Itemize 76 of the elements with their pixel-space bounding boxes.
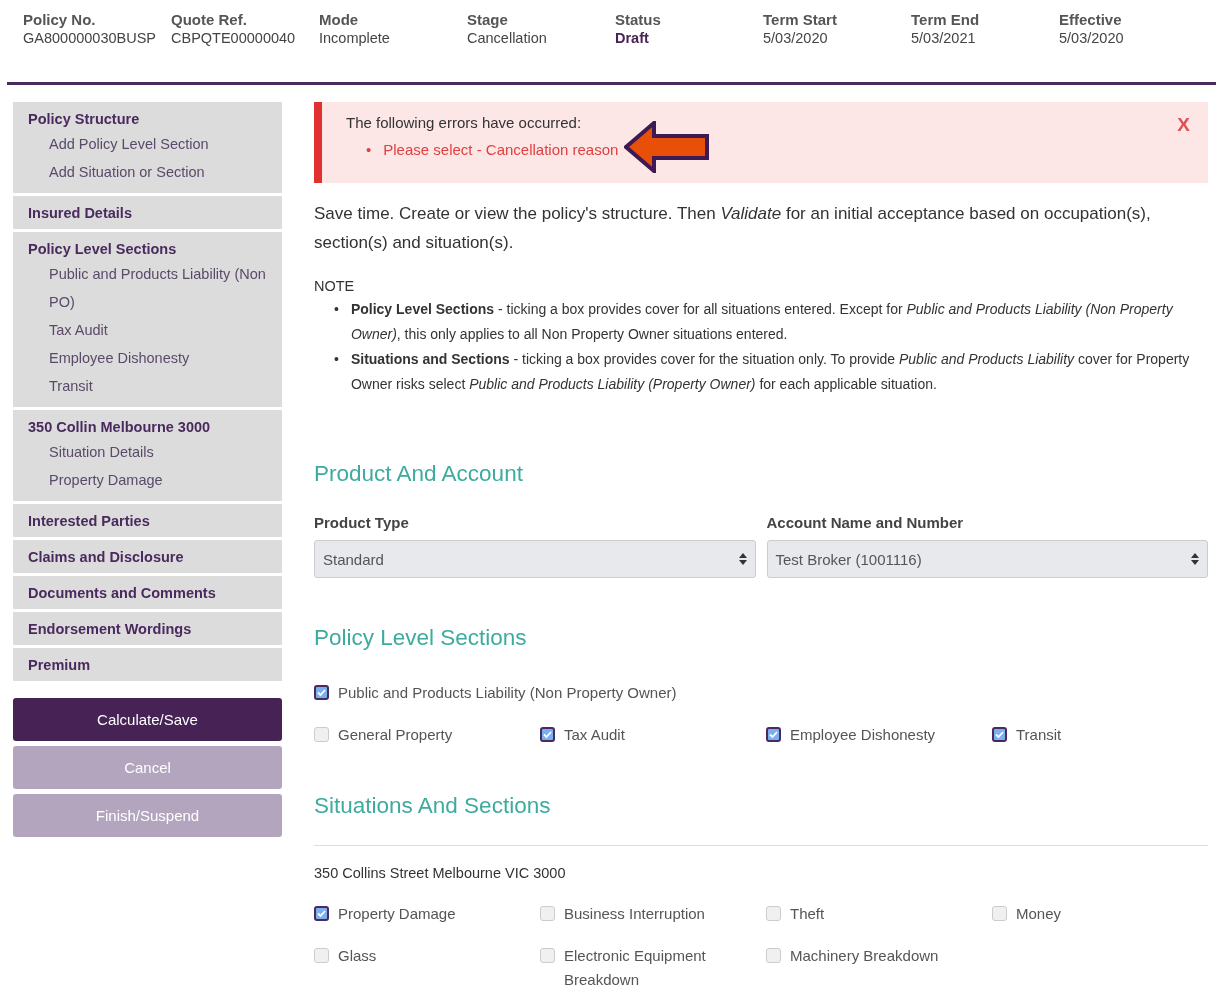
checkbox-label: Transit: [1016, 725, 1062, 745]
column-label: Term Start: [763, 11, 837, 28]
column-value: CBPQTE00000040: [171, 30, 296, 46]
sidebar-item[interactable]: Tax Audit: [28, 316, 267, 344]
sidebar-item[interactable]: Transit: [28, 372, 267, 400]
column-label: Quote Ref.: [171, 11, 247, 28]
sidebar-item[interactable]: Add Situation or Section: [28, 158, 267, 186]
bullet: •: [334, 300, 339, 319]
sidebar-heading[interactable]: Endorsement Wordings: [28, 621, 192, 637]
checkbox-label: Tax Audit: [564, 725, 625, 745]
column-label: Term End: [911, 11, 980, 28]
sidebar-item[interactable]: Property Damage: [28, 466, 267, 494]
checkbox-label: Electronic Equipment Breakdown: [564, 946, 707, 987]
checkmark-icon: [316, 687, 327, 698]
sort-caret-icon: [1191, 553, 1199, 565]
checkbox-label: Glass: [338, 946, 377, 966]
sidebar-heading[interactable]: Interested Parties: [28, 513, 150, 529]
column-value: Draft: [615, 30, 649, 46]
bullet: •: [334, 350, 339, 369]
note-item: Policy Level Sections - ticking a box provides cover for all situations entered. Except for Public and Products Liability (Non Property Owner), this only applies to all Non Property Owner situations entered.: [350, 300, 1175, 344]
sidebar-heading[interactable]: Claims and Disclosure: [28, 549, 184, 565]
sort-caret-icon: [738, 553, 747, 565]
sidebar-heading[interactable]: Documents and Comments: [28, 585, 216, 601]
sidebar-heading[interactable]: Premium: [28, 657, 91, 673]
column-value: 5/03/2020: [1059, 30, 1124, 46]
column-value: Incomplete: [319, 30, 390, 46]
bullet: •: [366, 140, 372, 160]
column-value: GA800000030BUSP: [23, 30, 156, 46]
error-title: The following errors have occurred:: [346, 114, 582, 131]
error-message: Please select - Cancellation reason: [383, 140, 619, 160]
checkbox[interactable]: [992, 727, 1007, 742]
column-value: Cancellation: [467, 30, 547, 46]
checkbox-label: Money: [1016, 904, 1062, 924]
column-label: Policy No.: [23, 11, 96, 28]
sidebar-item[interactable]: Situation Details: [28, 438, 267, 466]
checkbox-label: Machinery Breakdown: [790, 946, 939, 966]
sidebar-heading[interactable]: Policy Level Sections: [28, 241, 177, 257]
checkbox[interactable]: [540, 727, 555, 742]
column-label: Stage: [467, 11, 508, 28]
sidebar-item[interactable]: Add Policy Level Section: [28, 130, 267, 158]
checkbox-label: Theft: [790, 904, 825, 924]
checkbox-label: Employee Dishonesty: [790, 725, 936, 745]
section-title: Situations And Sections: [314, 793, 552, 819]
section-title: Product And Account: [314, 461, 524, 487]
sidebar-item[interactable]: Public and Products Liability (Non PO): [28, 260, 267, 316]
field-label: Account Name and Number: [766, 514, 964, 531]
checkmark-icon: [316, 908, 327, 919]
column-value: 5/03/2020: [763, 30, 828, 46]
note-item: Situations and Sections - ticking a box provides cover for the situation only. To provide Public and Products Liability cover for Property Owner risks select Public and Products Liability (Property Owner) for each applicable situation.: [350, 350, 1191, 394]
sidebar-item[interactable]: Employee Dishonesty: [28, 344, 267, 372]
close-button[interactable]: X: [1177, 114, 1190, 136]
field-label: Product Type: [314, 514, 409, 531]
checkbox-label: General Property: [338, 725, 453, 745]
column-label: Mode: [319, 11, 359, 28]
column-label: Status: [615, 11, 661, 28]
checkmark-icon: [542, 729, 553, 740]
checkbox-label: Public and Products Liability (Non Property Owner): [338, 683, 677, 703]
column-value: 5/03/2021: [911, 30, 976, 46]
action-button[interactable]: Calculate/Save: [13, 698, 282, 741]
intro-text: Save time. Create or view the policy's structure. Then Validate for an initial acceptance based on occupation(s), section(s) and situation(s).: [314, 203, 1152, 254]
column-label: Effective: [1059, 11, 1122, 28]
situation-address: 350 Collins Street Melbourne VIC 3000: [314, 865, 566, 881]
checkbox[interactable]: [766, 727, 781, 742]
sidebar-heading[interactable]: Policy Structure: [28, 111, 140, 127]
checkbox[interactable]: [314, 906, 329, 921]
select-field[interactable]: Test Broker (1001116): [766, 540, 1208, 578]
checkmark-icon: [768, 729, 779, 740]
checkbox[interactable]: [314, 685, 329, 700]
note-label: NOTE: [314, 278, 355, 294]
sidebar-heading[interactable]: Insured Details: [28, 205, 132, 221]
checkbox-label: Property Damage: [338, 904, 456, 924]
checkmark-icon: [994, 729, 1005, 740]
select-field[interactable]: Standard: [314, 540, 756, 578]
checkbox-label: Business Interruption: [564, 904, 705, 924]
section-title: Policy Level Sections: [314, 625, 528, 651]
sidebar-heading[interactable]: 350 Collin Melbourne 3000: [28, 419, 211, 435]
